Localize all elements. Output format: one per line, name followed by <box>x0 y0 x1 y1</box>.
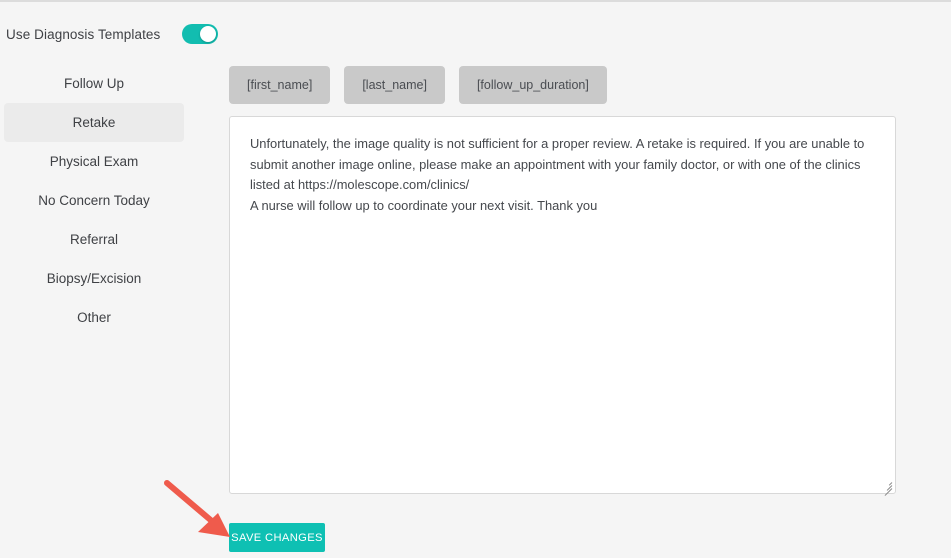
diagnosis-templates-toggle-row: Use Diagnosis Templates <box>6 22 219 46</box>
sidebar-item-biopsy-excision[interactable]: Biopsy/Excision <box>4 259 184 298</box>
sidebar-item-no-concern-today[interactable]: No Concern Today <box>4 181 184 220</box>
use-diagnosis-templates-toggle[interactable] <box>182 24 219 44</box>
sidebar-item-label: Retake <box>72 115 116 130</box>
template-category-sidebar: Follow Up Retake Physical Exam No Concer… <box>0 64 188 337</box>
sidebar-item-retake[interactable]: Retake <box>4 103 184 142</box>
template-editor-wrapper <box>229 116 896 496</box>
placeholder-chip-first-name[interactable]: [first_name] <box>229 66 331 104</box>
template-message-textarea[interactable] <box>229 116 896 494</box>
sidebar-item-physical-exam[interactable]: Physical Exam <box>4 142 184 181</box>
chip-label: [last_name] <box>362 78 427 92</box>
sidebar-item-label: Other <box>77 310 111 325</box>
chip-label: [follow_up_duration] <box>476 78 589 92</box>
placeholder-chip-follow-up-duration[interactable]: [follow_up_duration] <box>458 66 607 104</box>
placeholder-chip-last-name[interactable]: [last_name] <box>344 66 445 104</box>
top-divider <box>0 0 951 2</box>
toggle-knob <box>200 26 217 42</box>
sidebar-item-other[interactable]: Other <box>4 298 184 337</box>
toggle-label: Use Diagnosis Templates <box>6 26 161 42</box>
sidebar-item-label: Physical Exam <box>49 154 139 169</box>
chip-label: [first_name] <box>247 78 313 92</box>
sidebar-item-label: Referral <box>69 232 118 247</box>
sidebar-item-label: Biopsy/Excision <box>46 271 142 286</box>
save-changes-button[interactable]: SAVE CHANGES <box>229 523 325 552</box>
placeholder-chip-list: [first_name] [last_name] [follow_up_dura… <box>229 66 607 104</box>
sidebar-item-label: No Concern Today <box>38 193 150 208</box>
sidebar-item-follow-up[interactable]: Follow Up <box>4 64 184 103</box>
sidebar-item-label: Follow Up <box>63 76 125 91</box>
sidebar-item-referral[interactable]: Referral <box>4 220 184 259</box>
